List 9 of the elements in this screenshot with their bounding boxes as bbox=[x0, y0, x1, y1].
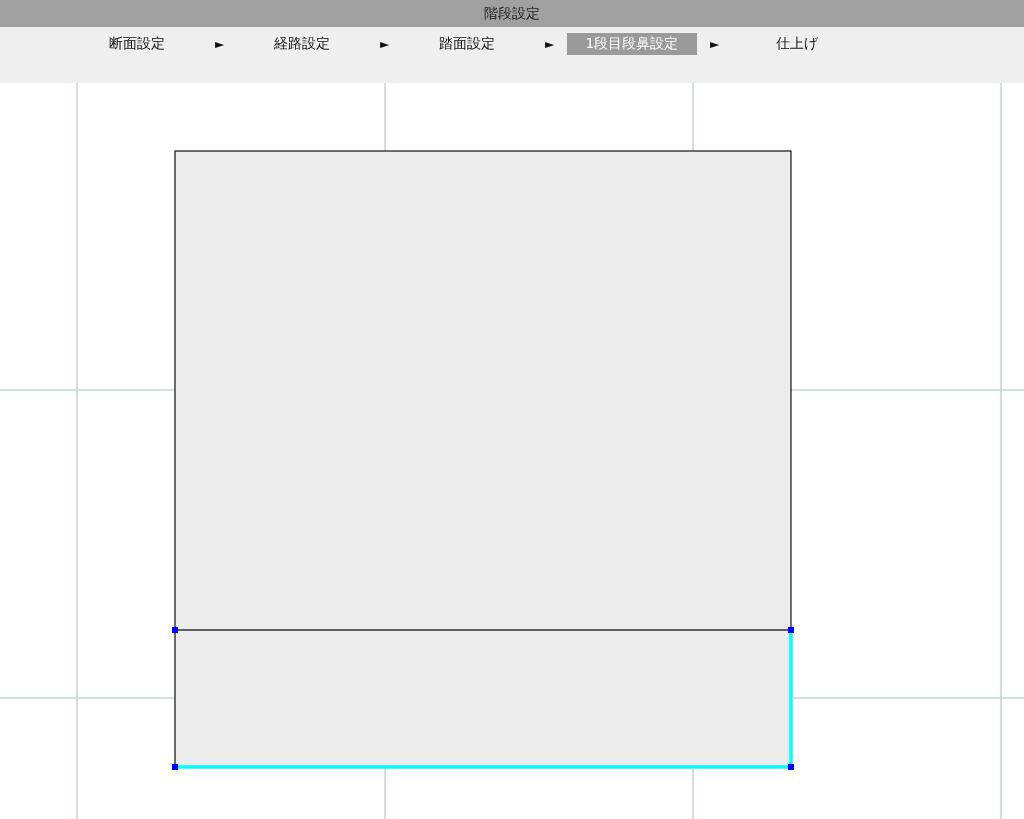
step-tab[interactable]: 経路設定 bbox=[237, 33, 367, 55]
step-tab[interactable]: 断面設定 bbox=[72, 33, 202, 55]
step-arrow: ► bbox=[543, 36, 556, 53]
step-tab[interactable]: 仕上げ bbox=[732, 33, 862, 55]
step-arrow: ► bbox=[708, 36, 721, 53]
step-arrow: ► bbox=[213, 36, 226, 53]
step-arrow: ► bbox=[378, 36, 391, 53]
window-title: 階段設定 bbox=[0, 0, 1024, 27]
step-tab[interactable]: 踏面設定 bbox=[402, 33, 532, 55]
